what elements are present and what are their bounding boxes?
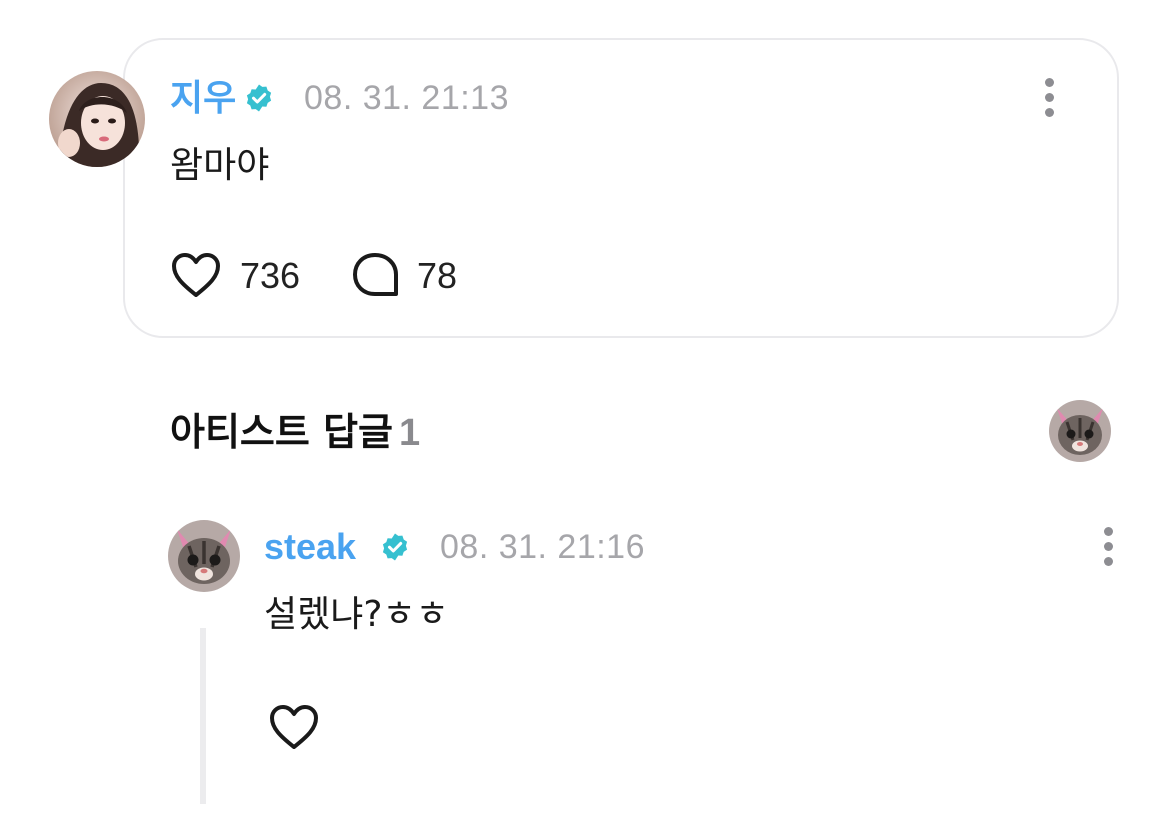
verified-badge-icon [246,84,272,112]
post-timestamp: 08. 31. 21:13 [304,79,510,117]
reply-text: 설렜냐?ㅎㅎ [264,594,449,635]
artist-replies-title: 아티스트 답글 [170,410,393,454]
reply-author-name[interactable]: steak [264,527,356,567]
speech-bubble-outline-icon[interactable] [351,251,401,299]
reply-thread-line [200,628,206,804]
more-vertical-icon[interactable] [1038,75,1062,119]
author-avatar[interactable] [49,71,145,167]
reply-timestamp: 08. 31. 21:16 [440,528,646,566]
artist-avatar-small[interactable] [1049,400,1111,462]
heart-outline-icon[interactable] [268,703,320,751]
post-author-name[interactable]: 지우 [170,78,236,118]
like-count: 736 [240,255,301,296]
comment-count: 78 [417,255,458,296]
heart-outline-icon[interactable] [170,251,222,299]
post-text: 왐마야 [170,145,270,186]
artist-replies-count: 1 [399,412,421,454]
verified-badge-icon [382,533,408,561]
more-vertical-icon[interactable] [1097,524,1121,568]
artist-replies-header: 아티스트 답글 1 [170,410,420,455]
reply-author-avatar[interactable] [168,520,240,592]
